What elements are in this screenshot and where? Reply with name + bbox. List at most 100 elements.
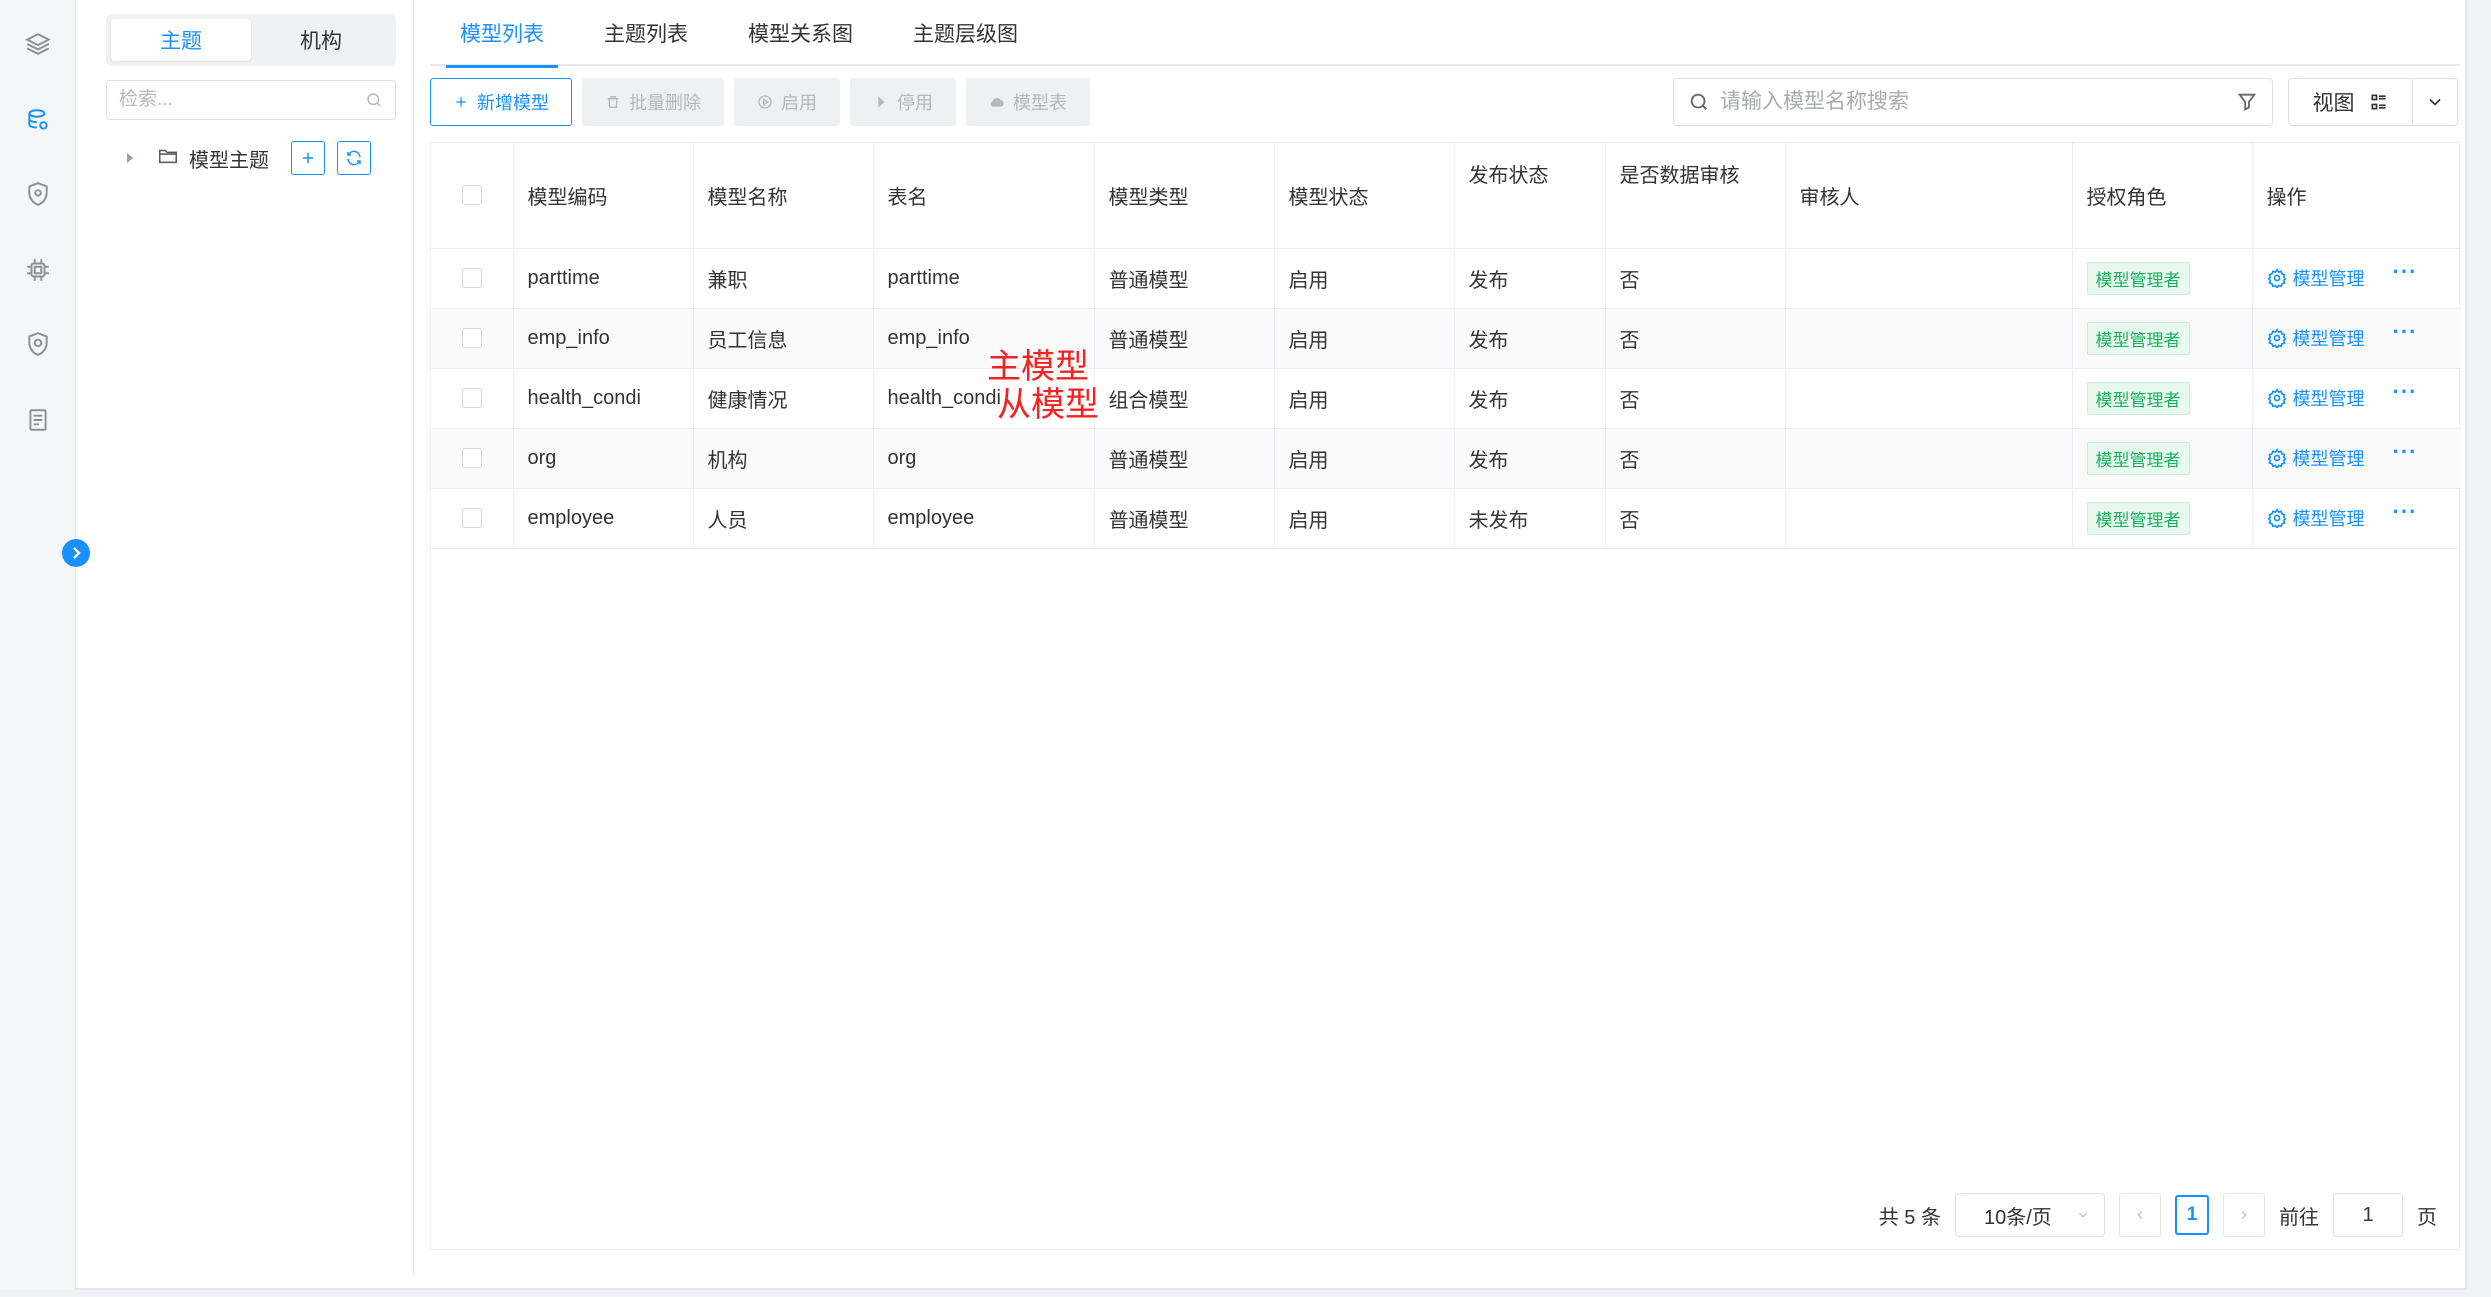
database-icon[interactable] (22, 104, 54, 136)
header-table: 表名 (873, 143, 1095, 249)
search-icon (1690, 93, 1707, 110)
chevron-left-icon (2137, 1211, 2143, 1219)
model-table-button[interactable]: 模型表 (966, 78, 1090, 126)
model-manage-link[interactable]: 模型管理 (2266, 325, 2365, 351)
more-actions-button[interactable]: ··· (2393, 379, 2418, 405)
cell-name: 人员 (693, 488, 874, 549)
gear-icon (2266, 388, 2287, 408)
table-header-row: 模型编码 模型名称 表名 模型类型 模型状态 发布状态 是否数据审核 审核人 授… (431, 143, 2461, 249)
cell-status: 启用 (1274, 488, 1455, 549)
add-model-button[interactable]: 新增模型 (430, 78, 572, 126)
cell-publish: 发布 (1454, 368, 1606, 429)
segment-topic[interactable]: 主题 (111, 19, 251, 61)
table-row[interactable]: health_condi 健康情况 health_condi 组合模型 启用 发布否模型管… (431, 368, 2461, 429)
batch-delete-button[interactable]: 批量删除 (582, 78, 724, 126)
tree-node-model-topic[interactable]: 模型主题 (121, 140, 383, 176)
cell-table: parttime (873, 248, 1095, 309)
more-actions-button[interactable]: ··· (2393, 259, 2418, 285)
security-icon[interactable] (22, 328, 54, 360)
add-node-button[interactable] (291, 141, 325, 175)
chip-icon[interactable] (22, 254, 54, 286)
cell-status: 启用 (1274, 428, 1455, 489)
enable-button[interactable]: 启用 (734, 78, 840, 126)
side-search-input[interactable] (119, 89, 365, 111)
cell-code: parttime (513, 248, 694, 309)
page-size-select[interactable]: 10条/页 (1955, 1193, 2105, 1237)
gear-icon (2266, 328, 2287, 348)
toolbar: 新增模型 批量删除 启用 停用 模型表 (430, 78, 1090, 126)
model-manage-link[interactable]: 模型管理 (2266, 445, 2365, 471)
row-checkbox-cell (431, 308, 514, 369)
cell-publish: 发布 (1454, 308, 1606, 369)
row-checkbox[interactable] (461, 448, 482, 468)
cell-actions: 模型管理 ··· (2252, 428, 2461, 489)
cell-audit: 否 (1605, 488, 1786, 549)
row-checkbox-cell (431, 248, 514, 309)
gear-icon (2266, 268, 2287, 288)
gear-icon (2266, 448, 2287, 468)
cell-auditor (1785, 428, 2073, 489)
header-name: 模型名称 (693, 143, 874, 249)
more-actions-button[interactable]: ··· (2393, 319, 2418, 345)
folder-icon (157, 145, 179, 172)
disable-button[interactable]: 停用 (850, 78, 956, 126)
list-view-icon (2371, 94, 2386, 110)
view-dropdown-button[interactable] (2413, 79, 2457, 125)
table-row[interactable]: emp_info 员工信息 emp_info 普通模型 启用 发布否模型管理者 模型管理 ··… (431, 308, 2461, 369)
refresh-tree-button[interactable] (337, 141, 371, 175)
page-unit-label: 页 (2417, 1206, 2437, 1229)
row-checkbox[interactable] (461, 508, 482, 528)
pagination: 共 5 条 10条/页 1 前往 页 (1879, 1193, 2437, 1237)
caret-right-icon[interactable] (121, 149, 139, 167)
cell-auditor (1785, 488, 2073, 549)
cell-role: 模型管理者 (2072, 428, 2253, 489)
expand-sidebar-button[interactable] (62, 539, 90, 567)
next-page-button[interactable] (2223, 1193, 2265, 1237)
cell-actions: 模型管理 ··· (2252, 308, 2461, 369)
view-button[interactable]: 视图 (2289, 79, 2413, 125)
cell-publish: 发布 (1454, 428, 1606, 489)
tab-model-relation[interactable]: 模型关系图 (718, 0, 883, 66)
chevron-down-icon (2079, 1212, 2087, 1218)
cell-auditor (1785, 248, 2073, 309)
page-number-current[interactable]: 1 (2175, 1195, 2209, 1235)
row-checkbox[interactable] (461, 268, 482, 288)
goto-page-input[interactable] (2333, 1193, 2403, 1237)
role-badge: 模型管理者 (2086, 501, 2190, 535)
cell-type: 普通模型 (1094, 428, 1275, 489)
cell-audit: 否 (1605, 368, 1786, 429)
model-manage-link[interactable]: 模型管理 (2266, 385, 2365, 411)
caret-right-icon (878, 96, 885, 108)
model-search-input[interactable] (1720, 90, 2236, 114)
tab-model-list[interactable]: 模型列表 (430, 0, 574, 68)
row-checkbox[interactable] (461, 388, 482, 408)
row-checkbox-cell (431, 368, 514, 429)
header-role: 授权角色 (2072, 143, 2253, 249)
cell-publish: 未发布 (1454, 488, 1606, 549)
table-row[interactable]: employee 人员 employee 普通模型 启用 未发布否模型管理者 模型管理 ··· (431, 488, 2461, 549)
tab-topic-list[interactable]: 主题列表 (574, 0, 718, 66)
prev-page-button[interactable] (2119, 1193, 2161, 1237)
header-checkbox-cell (431, 143, 514, 249)
select-all-checkbox[interactable] (461, 185, 482, 206)
goto-label: 前往 (2279, 1206, 2319, 1229)
filter-icon[interactable] (2236, 91, 2258, 113)
cell-auditor (1785, 368, 2073, 429)
more-actions-button[interactable]: ··· (2393, 439, 2418, 465)
table-row[interactable]: parttime 兼职 parttime 普通模型 启用 发布否模型管理者 模型管理 ··· (431, 248, 2461, 309)
model-manage-link[interactable]: 模型管理 (2266, 265, 2365, 291)
document-icon[interactable] (22, 404, 54, 436)
model-manage-link[interactable]: 模型管理 (2266, 505, 2365, 531)
more-actions-button[interactable]: ··· (2393, 499, 2418, 525)
layers-icon[interactable] (22, 28, 54, 60)
cell-status: 启用 (1274, 368, 1455, 429)
tab-topic-hierarchy[interactable]: 主题层级图 (883, 0, 1048, 66)
segment-org[interactable]: 机构 (251, 19, 391, 61)
play-circle-icon (758, 95, 772, 109)
shield-icon[interactable] (22, 178, 54, 210)
table-row[interactable]: org 机构 org 普通模型 启用 发布否模型管理者 模型管理 ··· (431, 428, 2461, 489)
cell-name: 兼职 (693, 248, 874, 309)
chevron-right-icon (2241, 1211, 2247, 1219)
cell-type: 普通模型 (1094, 248, 1275, 309)
row-checkbox[interactable] (461, 328, 482, 348)
